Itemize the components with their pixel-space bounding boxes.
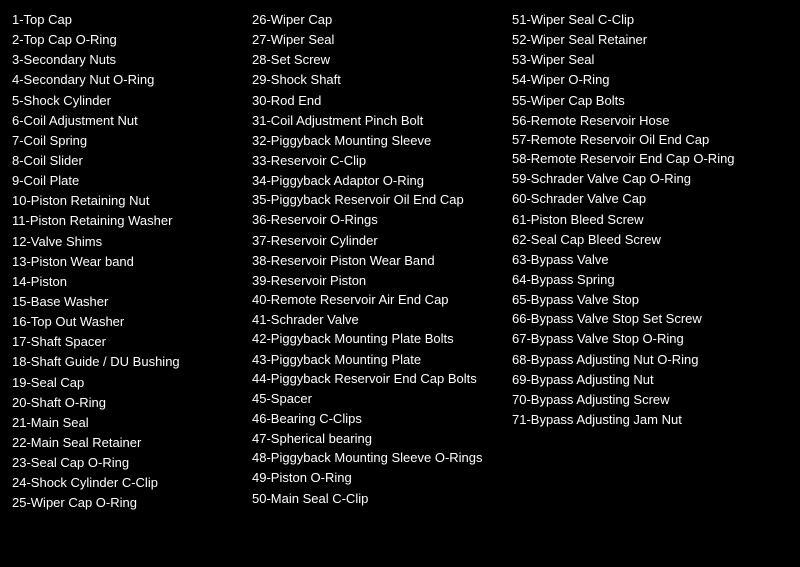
list-item: 12-Valve Shims	[12, 232, 244, 252]
column-1: 1-Top Cap2-Top Cap O-Ring3-Secondary Nut…	[8, 10, 248, 557]
list-item: 47-Spherical bearing	[252, 429, 504, 449]
list-item: 60-Schrader Valve Cap	[512, 189, 764, 209]
list-item: 30-Rod End	[252, 91, 504, 111]
list-item: 49-Piston O-Ring	[252, 468, 504, 488]
list-item: 58-Remote Reservoir End Cap O-Ring	[512, 150, 764, 168]
list-item: 22-Main Seal Retainer	[12, 433, 244, 453]
list-item: 28-Set Screw	[252, 50, 504, 70]
list-item: 51-Wiper Seal C-Clip	[512, 10, 764, 30]
list-item: 34-Piggyback Adaptor O-Ring	[252, 171, 504, 191]
list-item: 13-Piston Wear band	[12, 252, 244, 272]
list-item: 70-Bypass Adjusting Screw	[512, 390, 764, 410]
list-item: 20-Shaft O-Ring	[12, 393, 244, 413]
list-item: 57-Remote Reservoir Oil End Cap	[512, 131, 764, 149]
list-item: 63-Bypass Valve	[512, 250, 764, 270]
list-item: 26-Wiper Cap	[252, 10, 504, 30]
list-item: 54-Wiper O-Ring	[512, 70, 764, 90]
list-item: 41-Schrader Valve	[252, 310, 504, 330]
list-item: 62-Seal Cap Bleed Screw	[512, 230, 764, 250]
list-item: 71-Bypass Adjusting Jam Nut	[512, 410, 764, 430]
list-item: 43-Piggyback Mounting Plate	[252, 350, 504, 370]
list-item: 52-Wiper Seal Retainer	[512, 30, 764, 50]
list-item: 36-Reservoir O-Rings	[252, 210, 504, 230]
list-item: 1-Top Cap	[12, 10, 244, 30]
list-item: 10-Piston Retaining Nut	[12, 191, 244, 211]
list-item: 68-Bypass Adjusting Nut O-Ring	[512, 350, 764, 370]
list-item: 44-Piggyback Reservoir End Cap Bolts	[252, 370, 504, 388]
list-item: 45-Spacer	[252, 389, 504, 409]
list-item: 17-Shaft Spacer	[12, 332, 244, 352]
list-item: 35-Piggyback Reservoir Oil End Cap	[252, 191, 504, 209]
list-item: 42-Piggyback Mounting Plate Bolts	[252, 330, 504, 348]
list-item: 25-Wiper Cap O-Ring	[12, 493, 244, 513]
list-item: 6-Coil Adjustment Nut	[12, 111, 244, 131]
column-3: 51-Wiper Seal C-Clip52-Wiper Seal Retain…	[508, 10, 768, 557]
list-item: 5-Shock Cylinder	[12, 91, 244, 111]
list-item: 29-Shock Shaft	[252, 70, 504, 90]
list-item: 16-Top Out Washer	[12, 312, 244, 332]
list-item: 53-Wiper Seal	[512, 50, 764, 70]
list-item: 2-Top Cap O-Ring	[12, 30, 244, 50]
list-item: 40-Remote Reservoir Air End Cap	[252, 291, 504, 309]
list-item: 21-Main Seal	[12, 413, 244, 433]
list-item: 37-Reservoir Cylinder	[252, 231, 504, 251]
list-item: 18-Shaft Guide / DU Bushing	[12, 352, 244, 372]
list-item: 31-Coil Adjustment Pinch Bolt	[252, 111, 504, 131]
list-item: 56-Remote Reservoir Hose	[512, 111, 764, 131]
list-item: 9-Coil Plate	[12, 171, 244, 191]
column-2: 26-Wiper Cap27-Wiper Seal28-Set Screw29-…	[248, 10, 508, 557]
list-item: 55-Wiper Cap Bolts	[512, 91, 764, 111]
list-item: 64-Bypass Spring	[512, 270, 764, 290]
list-item: 33-Reservoir C-Clip	[252, 151, 504, 171]
list-item: 61-Piston Bleed Screw	[512, 210, 764, 230]
list-item: 48-Piggyback Mounting Sleeve O-Rings	[252, 449, 504, 467]
list-item: 65-Bypass Valve Stop	[512, 290, 764, 310]
list-item: 50-Main Seal C-Clip	[252, 489, 504, 509]
list-item: 4-Secondary Nut O-Ring	[12, 70, 244, 90]
list-item: 23-Seal Cap O-Ring	[12, 453, 244, 473]
list-item: 11-Piston Retaining Washer	[12, 211, 244, 231]
list-item: 8-Coil Slider	[12, 151, 244, 171]
list-item: 32-Piggyback Mounting Sleeve	[252, 131, 504, 151]
list-item: 39-Reservoir Piston	[252, 271, 504, 291]
list-item: 38-Reservoir Piston Wear Band	[252, 251, 504, 271]
list-item: 3-Secondary Nuts	[12, 50, 244, 70]
list-item: 7-Coil Spring	[12, 131, 244, 151]
list-item: 19-Seal Cap	[12, 373, 244, 393]
list-item: 27-Wiper Seal	[252, 30, 504, 50]
list-item: 69-Bypass Adjusting Nut	[512, 370, 764, 390]
page-container: 1-Top Cap2-Top Cap O-Ring3-Secondary Nut…	[0, 0, 800, 567]
list-item: 66-Bypass Valve Stop Set Screw	[512, 310, 764, 328]
list-item: 67-Bypass Valve Stop O-Ring	[512, 329, 764, 349]
list-item: 15-Base Washer	[12, 292, 244, 312]
list-item: 46-Bearing C-Clips	[252, 409, 504, 429]
list-item: 24-Shock Cylinder C-Clip	[12, 473, 244, 493]
list-item: 14-Piston	[12, 272, 244, 292]
list-item: 59-Schrader Valve Cap O-Ring	[512, 169, 764, 189]
